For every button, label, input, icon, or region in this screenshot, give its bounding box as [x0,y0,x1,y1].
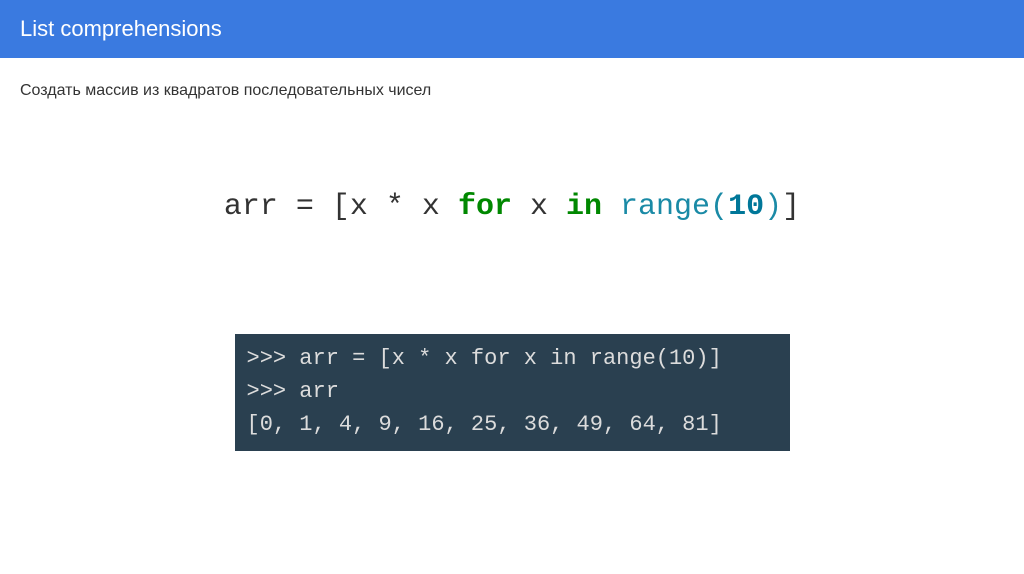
slide-header: List comprehensions [0,0,1024,58]
code-lbracket: [ [332,190,350,224]
code-example: arr = [x * x for x in range(10)] [20,190,1004,224]
terminal-line-3: [0, 1, 4, 9, 16, 25, 36, 49, 64, 81] [247,408,778,441]
slide-subtitle: Создать массив из квадратов последовател… [20,82,1004,100]
code-rbracket: ] [782,190,800,224]
slide-title: List comprehensions [20,16,222,41]
code-kw-in: in [566,190,602,224]
terminal-line-1: >>> arr = [x * x for x in range(10)] [247,342,778,375]
code-fn: range [620,190,710,224]
terminal-output: >>> arr = [x * x for x in range(10)] >>>… [235,334,790,451]
terminal-line-2: >>> arr [247,375,778,408]
code-space2 [602,190,620,224]
code-eq: = [278,190,332,224]
code-expr1: x * x [350,190,458,224]
code-expr2: x [530,190,566,224]
code-lparen: ( [710,190,728,224]
code-space1 [512,190,530,224]
code-num: 10 [728,190,764,224]
code-rparen: ) [764,190,782,224]
code-kw-for: for [458,190,512,224]
code-var: arr [224,190,278,224]
slide-content: Создать массив из квадратов последовател… [0,58,1024,475]
